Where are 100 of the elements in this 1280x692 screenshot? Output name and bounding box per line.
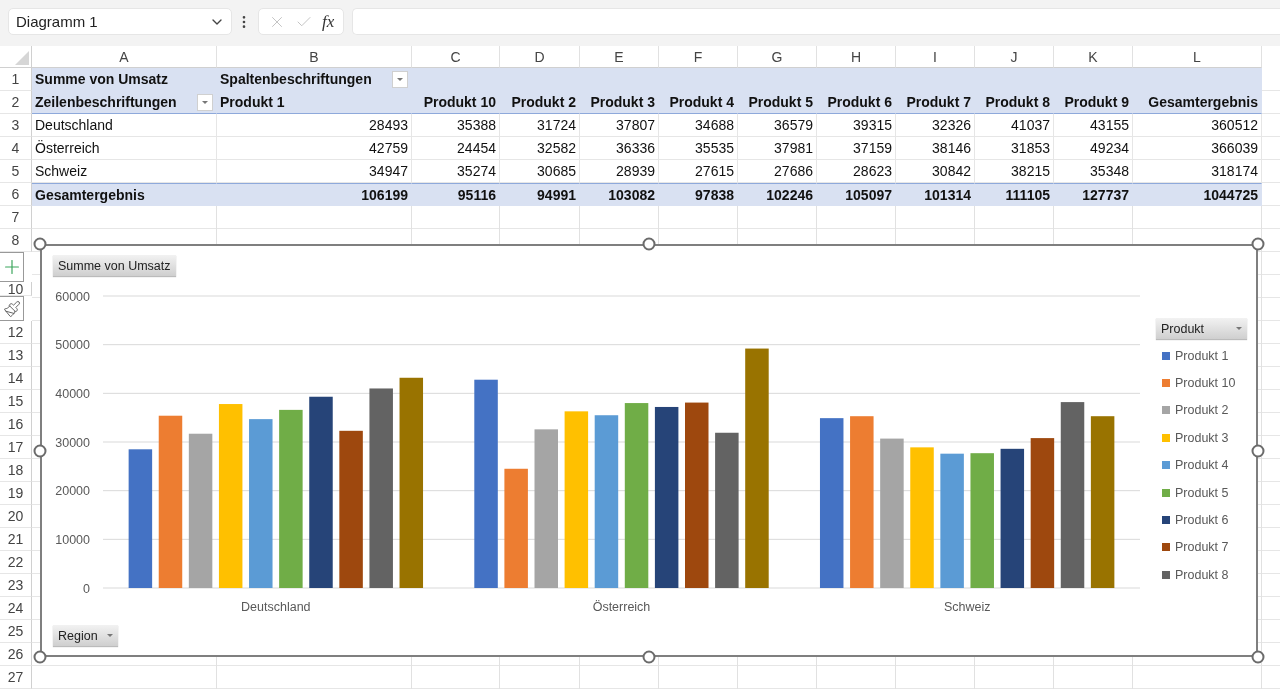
cell-text: Zeilenbeschriftungen (35, 94, 177, 110)
axis-label: 20000 (55, 484, 90, 499)
column-header[interactable]: G (738, 46, 817, 68)
table-cell: 127737 (1054, 183, 1133, 206)
column-header[interactable]: A (32, 46, 217, 68)
column-header[interactable]: H (817, 46, 896, 68)
axis-label: 40000 (55, 386, 90, 401)
column-header[interactable]: J (975, 46, 1054, 68)
row-number[interactable]: 22 (0, 551, 32, 574)
column-header[interactable]: K (1054, 46, 1133, 68)
table-cell: Produkt 10 (412, 91, 500, 114)
row-number[interactable]: 12 (0, 321, 32, 344)
row-number[interactable]: 19 (0, 482, 32, 505)
formula-field[interactable] (352, 8, 1280, 35)
resize-handle[interactable] (33, 444, 47, 457)
row-number[interactable]: 14 (0, 367, 32, 390)
name-box[interactable]: Diagramm 1 (8, 8, 232, 35)
legend-item: Produkt 1 (1156, 342, 1248, 370)
legend-item: Produkt 6 (1156, 506, 1248, 534)
row-number[interactable]: 4 (0, 137, 32, 160)
table-cell: 95116 (412, 183, 500, 206)
table-cell: 94991 (500, 183, 580, 206)
row-number[interactable]: 10 (0, 282, 32, 296)
add-chart-element-button[interactable] (0, 252, 24, 282)
column-header[interactable]: L (1133, 46, 1262, 68)
legend-item: Produkt 7 (1156, 533, 1248, 562)
dropdown-icon (107, 634, 113, 637)
table-cell: Produkt 2 (500, 91, 580, 114)
column-header[interactable]: E (580, 46, 659, 68)
row-number[interactable]: 8 (0, 229, 32, 252)
axis-label: 60000 (55, 289, 90, 304)
table-cell: Produkt 7 (896, 91, 975, 114)
table-cell: Gesamtergebnis (1133, 91, 1262, 114)
table-cell: Österreich (32, 137, 217, 160)
row-number[interactable]: 24 (0, 597, 32, 620)
column-header[interactable]: C (412, 46, 500, 68)
chart-styles-button[interactable] (0, 296, 24, 321)
table-cell: Produkt 8 (975, 91, 1054, 114)
row-number[interactable]: 20 (0, 505, 32, 528)
column-header[interactable]: F (659, 46, 738, 68)
insert-function-button[interactable]: fx (322, 11, 335, 32)
table-cell: 102246 (738, 183, 817, 206)
column-header[interactable]: I (896, 46, 975, 68)
axis-label: 30000 (55, 435, 90, 450)
row-number[interactable]: 26 (0, 643, 32, 666)
row-number[interactable]: 27 (0, 666, 32, 689)
row-number[interactable]: 2 (0, 91, 32, 114)
row-number[interactable]: 15 (0, 390, 32, 413)
row-number[interactable]: 13 (0, 344, 32, 367)
row-number[interactable]: 6 (0, 183, 32, 206)
table-cell: 111105 (975, 183, 1054, 206)
table-cell: 1044725 (1133, 183, 1262, 206)
table-cell: Produkt 6 (817, 91, 896, 114)
axis-label: 0 (83, 581, 90, 596)
legend-item: Produkt 2 (1156, 396, 1248, 425)
cell-text: Spaltenbeschriftungen (220, 71, 372, 87)
resize-handle[interactable] (33, 650, 47, 664)
axis-label: Deutschland (241, 600, 311, 614)
row-number[interactable]: 7 (0, 206, 32, 229)
column-header[interactable]: D (500, 46, 580, 68)
resize-handle[interactable] (33, 237, 47, 251)
table-cell: Schweiz (32, 160, 217, 183)
legend-item: Produkt 4 (1156, 451, 1248, 479)
legend-item: Produkt 10 (1156, 369, 1248, 397)
dropdown-icon (1236, 327, 1242, 330)
resize-handle[interactable] (1251, 650, 1265, 664)
table-cell: Produkt 1 (217, 91, 412, 114)
table-cell: 97838 (659, 183, 738, 206)
table-cell: Produkt 4 (659, 91, 738, 114)
axis-field-button[interactable]: Region (53, 625, 118, 646)
resize-handle[interactable] (1251, 237, 1265, 251)
table-cell: 105097 (817, 183, 896, 206)
table-cell: 106199 (217, 183, 412, 206)
table-cell: Produkt 3 (580, 91, 659, 114)
axis-label: Schweiz (943, 600, 991, 614)
row-number[interactable]: 16 (0, 413, 32, 436)
resize-handle[interactable] (642, 237, 656, 251)
row-number[interactable]: 5 (0, 160, 32, 183)
row-number[interactable]: 1 (0, 68, 32, 91)
legend-field-button[interactable]: Produkt (1156, 318, 1247, 339)
row-number[interactable]: 17 (0, 436, 32, 459)
table-cell: Produkt 9 (1054, 91, 1133, 114)
table-cell: Produkt 5 (738, 91, 817, 114)
legend-item: Produkt 8 (1156, 561, 1248, 589)
row-number[interactable]: 3 (0, 114, 32, 137)
brush-icon (2, 299, 21, 318)
axis-label: 50000 (55, 338, 90, 353)
pivot-chart[interactable]: 0 10000 20000 30000 40000 50000 60000 Deutschland Österreich Schweiz Summe von Umsatz Region Produkt Produkt 1 Produkt 10 Produkt 2 Produkt 3 Produkt 4 Produkt 5 Produkt 6 Produkt 7 Produkt 8 (40, 244, 1258, 657)
row-number[interactable]: 21 (0, 528, 32, 551)
row-number[interactable]: 18 (0, 459, 32, 482)
row-number[interactable]: 23 (0, 574, 32, 597)
table-cell: Summe von Umsatz (32, 68, 217, 91)
table-cell: 101314 (896, 183, 975, 206)
legend-item: Produkt 5 (1156, 478, 1248, 507)
row-number[interactable]: 25 (0, 620, 32, 643)
axis-label: Österreich (592, 600, 651, 614)
column-header[interactable]: B (217, 46, 412, 68)
table-cell: Gesamtergebnis (32, 183, 217, 206)
value-field-button[interactable]: Summe von Umsatz (53, 255, 176, 276)
axis-label: 10000 (55, 532, 90, 547)
